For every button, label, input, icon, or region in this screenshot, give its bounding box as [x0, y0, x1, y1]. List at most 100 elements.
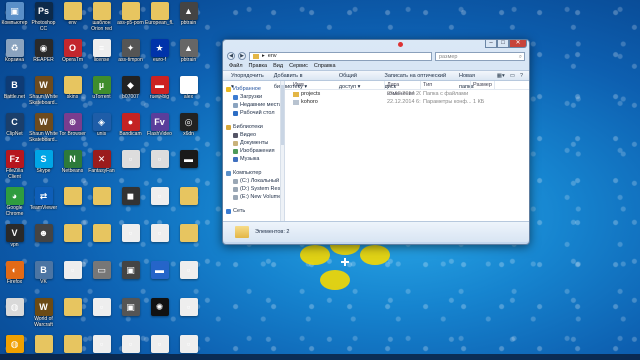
breadcrumb[interactable]: env [268, 52, 277, 60]
desktop-icon[interactable]: B VK [29, 259, 58, 296]
burn-button[interactable]: Записать на оптический диск [385, 71, 449, 90]
nav-recent[interactable]: Недавние места [223, 101, 284, 109]
desktop-icon[interactable]: ▬ [174, 148, 203, 185]
desktop-icon[interactable]: ▲ pbtrain [174, 37, 203, 74]
share-button[interactable]: Общий доступ ▾ [339, 71, 375, 90]
desktop-icon[interactable]: ● Bandicam [116, 111, 145, 148]
menu-view[interactable]: Вид [273, 62, 283, 70]
file-row[interactable]: projects 25.12.2014 20:05 Папка с файлам… [285, 90, 529, 98]
desktop-icon[interactable]: ✺ [145, 296, 174, 333]
maximize-button[interactable]: □ [497, 40, 509, 48]
desktop-icon[interactable]: ⇄ TeamViewer [29, 185, 58, 222]
desktop-icon[interactable]: ◎ x6dn [174, 111, 203, 148]
desktop-icon[interactable]: N Netbeans [58, 148, 87, 185]
desktop-icon[interactable]: O OperaTm [58, 37, 87, 74]
desktop-icon[interactable]: ◉ REAPER [29, 37, 58, 74]
nav-drive-e[interactable]: (E:) New Volume [223, 193, 284, 201]
nav-drive-c[interactable]: (C:) Локальный [223, 177, 284, 185]
desktop-icon[interactable]: ass-p5-porn [116, 0, 145, 37]
desktop-icon[interactable]: µ uTorrent [87, 74, 116, 111]
column-date[interactable]: Дата изменения [385, 81, 421, 97]
desktop-icon[interactable] [174, 185, 203, 222]
taskbar[interactable] [0, 354, 640, 360]
desktop-icon[interactable] [87, 185, 116, 222]
desktop-icon[interactable] [58, 222, 87, 259]
desktop-icon[interactable] [87, 222, 116, 259]
desktop-icon[interactable]: шаблон Orion red [87, 0, 116, 37]
desktop-icon[interactable]: W Shaun White Skateboard... [29, 74, 58, 111]
add-to-library-button[interactable]: Добавить в библиотеку ▾ [274, 71, 329, 90]
desktop-icon[interactable]: env [58, 0, 87, 37]
desktop-icon[interactable]: ☻ [29, 222, 58, 259]
nav-desktop[interactable]: Рабочий стол [223, 109, 284, 117]
desktop-icon[interactable]: ≡ license [87, 37, 116, 74]
desktop-icon[interactable] [58, 296, 87, 333]
nav-network[interactable]: Сеть [223, 207, 284, 215]
desktop-icon[interactable]: Fz FileZilla Client [0, 148, 29, 185]
desktop-icon[interactable]: ▭ [87, 259, 116, 296]
desktop-icon[interactable]: ✕ FantasyFan [87, 148, 116, 185]
desktop-icon[interactable]: ◼ [116, 185, 145, 222]
new-folder-button[interactable]: Новая папка [459, 71, 487, 90]
desktop-icon[interactable]: ▫ [116, 222, 145, 259]
desktop-icon[interactable]: ▲ pbtrain [174, 0, 203, 37]
nav-downloads[interactable]: Загрузки [223, 93, 284, 101]
desktop-icon[interactable]: ⊕ Tor Browser [58, 111, 87, 148]
organize-button[interactable]: Упорядочить ▾ [231, 71, 264, 90]
search-field[interactable]: размер ⌕ [435, 51, 525, 61]
desktop-icon[interactable]: Vvpn [0, 222, 29, 259]
desktop-icon[interactable]: ▫ [87, 296, 116, 333]
desktop-icon[interactable]: W World of Warcraft [29, 296, 58, 333]
column-type[interactable]: Тип [421, 81, 471, 89]
desktop-icon[interactable]: ♻ Корзина [0, 37, 29, 74]
desktop-icon[interactable]: S Skype [29, 148, 58, 185]
desktop-icon[interactable]: ◍ [0, 296, 29, 333]
desktop-icon[interactable]: Fv FlashVideo [145, 111, 174, 148]
menu-edit[interactable]: Правка [249, 62, 268, 70]
desktop-icon[interactable]: ▫ [174, 259, 203, 296]
desktop-icon[interactable]: ◕ Google Chrome [0, 185, 29, 222]
desktop-icon[interactable]: ▫ [58, 259, 87, 296]
nav-favorites[interactable]: Избранное [223, 85, 284, 93]
menu-tools[interactable]: Сервис [289, 62, 308, 70]
menu-file[interactable]: Файл [229, 62, 243, 70]
nav-libraries[interactable]: Библиотеки [223, 123, 284, 131]
desktop-icon[interactable]: ▫ [174, 296, 203, 333]
file-row[interactable]: kohoro 22.12.2014 6:32 Параметры конф...… [285, 98, 529, 106]
desktop-icon[interactable]: ▣ [116, 296, 145, 333]
desktop-icon[interactable]: ★ euro-f [145, 37, 174, 74]
nav-video[interactable]: Видео [223, 131, 284, 139]
desktop-icon[interactable]: skins [58, 74, 87, 111]
desktop-icon[interactable]: Ps Photoshop CC [29, 0, 58, 37]
desktop-icon[interactable]: ▣ Компьютер [0, 0, 29, 37]
desktop-icon[interactable]: ▫ [116, 148, 145, 185]
nav-pictures[interactable]: Изображения [223, 147, 284, 155]
desktop-icon[interactable]: C ClipNet [0, 111, 29, 148]
desktop-icon[interactable] [174, 222, 203, 259]
desktop-icon[interactable]: ▬ [145, 259, 174, 296]
address-bar[interactable]: ▸ env [249, 51, 432, 61]
nav-drive-d[interactable]: (D:) System Rese [223, 185, 284, 193]
preview-pane-icon[interactable]: ▭ [510, 71, 515, 80]
title-bar[interactable]: – □ ✕ [223, 40, 529, 50]
back-arrow-icon[interactable]: ◀ [227, 52, 235, 60]
nav-computer[interactable]: Компьютер [223, 169, 284, 177]
desktop-icon[interactable]: B Battle.net [0, 74, 29, 111]
forward-arrow-icon[interactable]: ▶ [238, 52, 246, 60]
desktop-icon[interactable]: ▫ [145, 222, 174, 259]
close-button[interactable]: ✕ [509, 40, 527, 48]
desktop-icon[interactable]: ☺ alex [174, 74, 203, 111]
desktop-icon[interactable]: ▣ [116, 259, 145, 296]
nav-scrollbar[interactable] [280, 81, 284, 221]
desktop-icon[interactable] [58, 185, 87, 222]
desktop-icon[interactable]: ◈ unis [87, 111, 116, 148]
column-size[interactable]: Размер [471, 81, 495, 89]
desktop-icon[interactable]: European_fl... [145, 0, 174, 37]
minimize-button[interactable]: – [485, 40, 497, 48]
nav-documents[interactable]: Документы [223, 139, 284, 147]
desktop-icon[interactable]: ✦ ass-timpon [116, 37, 145, 74]
desktop-icon[interactable]: ▬ ruew-big [145, 74, 174, 111]
desktop-icon[interactable]: W Shaun White Skateboard... [29, 111, 58, 148]
desktop-icon[interactable]: ▫ [145, 148, 174, 185]
desktop-icon[interactable]: ◆ b07007 [116, 74, 145, 111]
